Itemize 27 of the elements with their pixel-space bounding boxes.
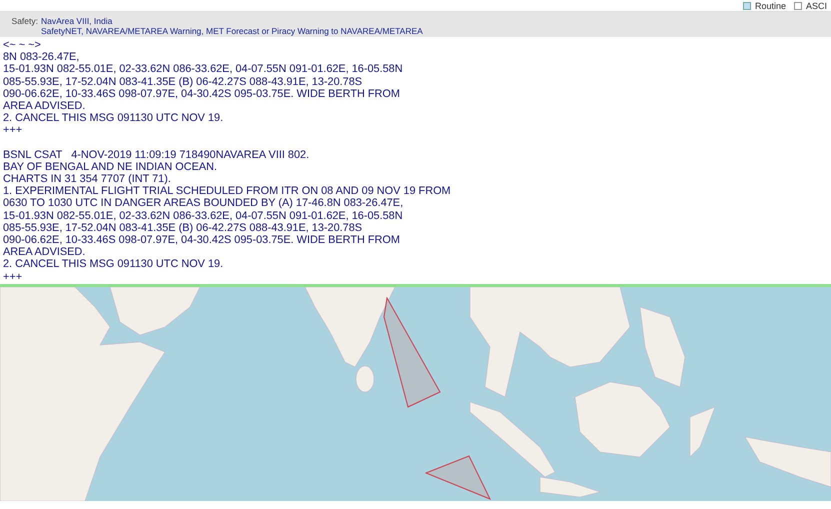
checkbox[interactable] [794,2,802,10]
message-line: <~ ~ ~> [3,39,42,52]
message-line: AREA ADVISED. [3,246,86,258]
message-line: 090-06.62E, 10-33.46S 098-07.97E, 04-30.42S 095-03.75E. WIDE BERTH FROM [3,234,401,246]
message-line: +++ [3,270,24,283]
category-value: SafetyNET, NAVAREA/METAREA Warning, MET Forecast or Piracy Warning to NAVAREA/METAREA [41,26,423,36]
message-line: BAY OF BENGAL AND NE INDIAN OCEAN. [3,160,218,174]
message-line: AREA ADVISED. [3,100,86,112]
message-line: 0630 TO 1030 UTC IN DANGER AREAS BOUNDED BY (A) 17-46.8N 083-26.47E, [3,197,404,210]
message-line: 2. CANCEL THIS MSG 091130 UTC NOV 19. [3,258,224,271]
message-line: 1. EXPERIMENTAL FLIGHT TRIAL SCHEDULED FROM ITR ON 08 AND 09 NOV 19 FROM [3,185,452,198]
danger-area [425,455,493,501]
message-line: 8N 083-26.47E, [3,51,80,64]
message-line: +++ [3,124,24,137]
message-line: 15-01.93N 082-55.01E, 02-33.62N 086-33.62E, 04-07.55N 091-01.62E, 16-05.58N [3,210,404,222]
message-line: BSNL CSAT 4-NOV-2019 11:09:19 718490NAVAREA VIII 802. [3,148,310,161]
message-line: 085-55.93E, 17-52.04N 083-41.35E (B) 06-42.27S 088-43.91E, 13-20.78S [3,76,364,88]
message-line: 090-06.62E, 10-33.46S 098-07.97E, 04-30.42S 095-03.75E. WIDE BERTH FROM [3,88,401,100]
checkbox-label: Routine [754,0,786,10]
message-line: 15-01.93N 082-55.01E, 02-33.62N 086-33.62E, 04-07.55N 091-01.62E, 16-05.58N [3,63,404,76]
navarea-value: NavArea VIII, India [41,16,114,26]
checkbox-label: ASCI [806,0,827,10]
message-line: CHARTS IN 31 354 7707 (INT 71). [3,173,172,186]
checkbox[interactable] [742,2,751,10]
message-line: 2. CANCEL THIS MSG 091130 UTC NOV 19. [3,112,224,124]
message-line: 085-55.93E, 17-52.04N 083-41.35E (B) 06-42.27S 088-43.91E, 13-20.78S [3,222,364,234]
field-label: Safety: [10,16,39,28]
